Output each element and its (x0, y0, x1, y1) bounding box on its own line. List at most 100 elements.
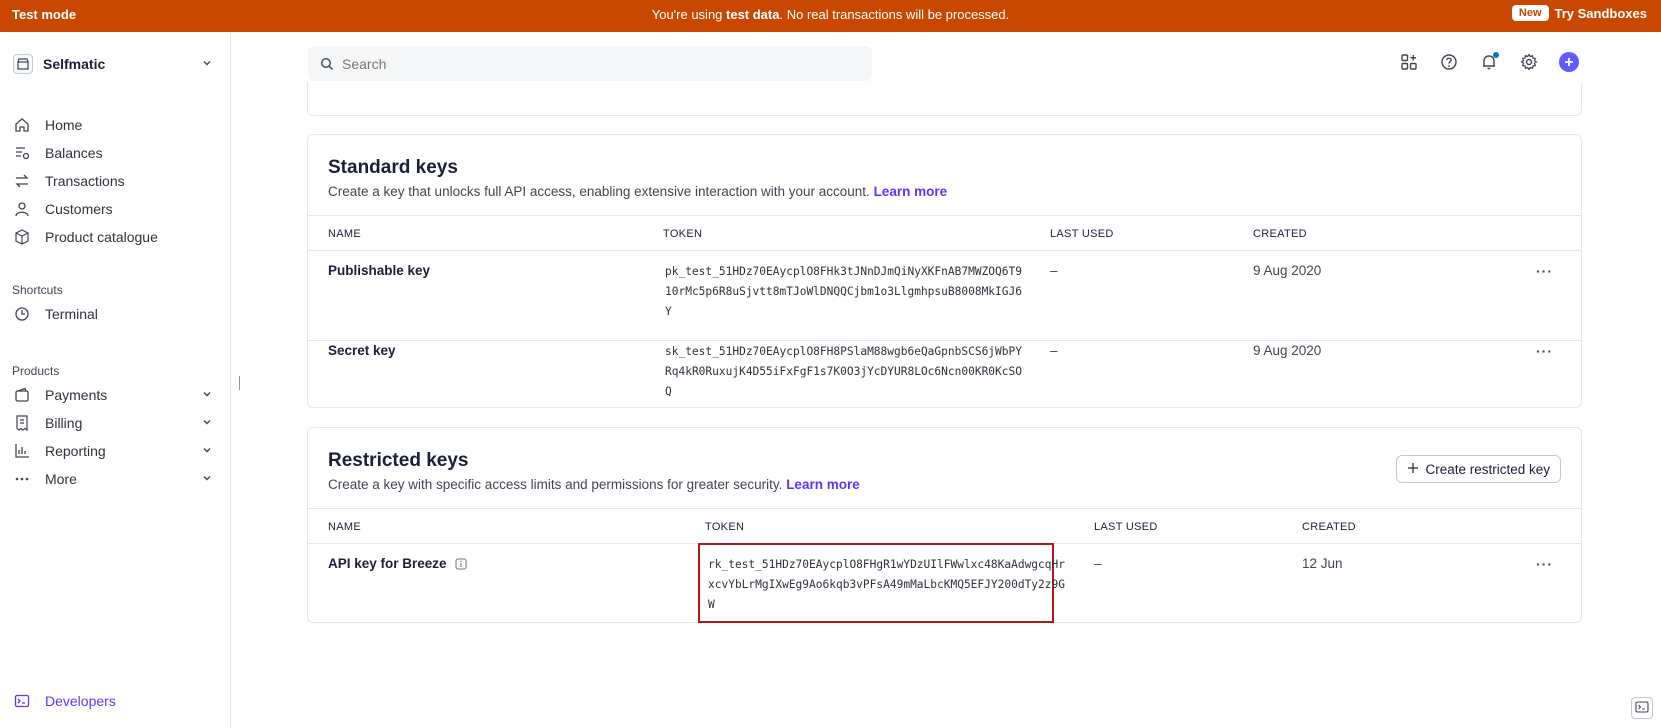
transactions-icon (13, 172, 31, 190)
try-sandboxes[interactable]: New Try Sandboxes (1511, 5, 1647, 21)
column-header-token: TOKEN (663, 228, 703, 240)
home-icon (13, 116, 31, 134)
sidebar-item-label: Payments (45, 387, 108, 403)
key-last-used: – (1050, 343, 1058, 358)
product-icon (13, 228, 31, 246)
sidebar-item-balances[interactable]: Balances (13, 140, 213, 166)
customers-icon (13, 200, 31, 218)
new-badge: New (1511, 5, 1549, 21)
key-created: 9 Aug 2020 (1253, 343, 1322, 358)
payments-icon (13, 386, 31, 404)
more-icon (13, 470, 31, 488)
learn-more-link[interactable]: Learn more (786, 477, 860, 492)
sidebar-item-label: Product catalogue (45, 229, 158, 245)
console-icon (1635, 700, 1649, 717)
key-last-used: – (1050, 263, 1058, 278)
account-name: Selfmatic (43, 56, 106, 72)
apps-icon[interactable] (1399, 52, 1419, 72)
key-last-used: – (1094, 556, 1102, 571)
sidebar: Selfmatic Home Balances Transactions Cus… (0, 32, 231, 728)
chevron-down-icon (201, 56, 213, 72)
restricted-keys-title: Restricted keys (328, 450, 469, 471)
notifications-icon[interactable] (1479, 52, 1499, 72)
sidebar-resize-handle[interactable] (239, 376, 240, 390)
sidebar-item-transactions[interactable]: Transactions (13, 168, 213, 194)
row-actions-icon[interactable]: ··· (1536, 343, 1553, 359)
info-icon[interactable] (455, 558, 467, 570)
table-header: NAME TOKEN LAST USED CREATED (308, 508, 1581, 544)
sidebar-item-product-catalogue[interactable]: Product catalogue (13, 224, 213, 250)
create-restricted-key-label: Create restricted key (1425, 461, 1550, 477)
test-mode-message: You're using test data. No real transact… (651, 7, 1010, 22)
shortcuts-title: Shortcuts (12, 283, 63, 297)
sidebar-item-label: Customers (45, 201, 113, 217)
learn-more-link[interactable]: Learn more (874, 184, 948, 199)
key-name-label: API key for Breeze (328, 556, 447, 571)
restricted-keys-description: Create a key with specific access limits… (328, 477, 860, 492)
column-header-last-used: LAST USED (1094, 521, 1158, 533)
console-toggle-button[interactable] (1631, 697, 1653, 719)
reporting-icon (13, 442, 31, 460)
sidebar-item-label: Balances (45, 145, 103, 161)
sidebar-item-home[interactable]: Home (13, 112, 213, 138)
billing-icon (13, 414, 31, 432)
account-switcher[interactable]: Selfmatic (13, 52, 213, 76)
row-actions-icon[interactable]: ··· (1536, 263, 1553, 279)
sidebar-item-customers[interactable]: Customers (13, 196, 213, 222)
table-header: NAME TOKEN LAST USED CREATED (308, 215, 1581, 251)
column-header-token: TOKEN (705, 521, 745, 533)
chevron-down-icon (201, 387, 213, 403)
developers-icon (13, 692, 31, 710)
table-row[interactable]: Publishable key pk_test_51HDz70EAycplO8F… (308, 263, 1581, 341)
key-token[interactable]: rk_test_51HDz70EAycplO8FHgR1wYDzUIlFWwlx… (708, 555, 1068, 615)
help-icon[interactable] (1439, 52, 1459, 72)
test-mode-banner: Test mode You're using test data. No rea… (0, 0, 1661, 32)
restricted-keys-card: Restricted keys Create a key with specif… (307, 427, 1582, 623)
search-input[interactable] (342, 55, 842, 72)
try-sandboxes-link[interactable]: Try Sandboxes (1555, 6, 1647, 21)
sidebar-item-label: Terminal (45, 306, 98, 322)
key-created: 12 Jun (1302, 556, 1343, 571)
table-row[interactable]: API key for Breeze rk_test_51HDz70EAycpl… (308, 543, 1581, 623)
column-header-created: CREATED (1302, 521, 1356, 533)
sidebar-item-label: Developers (45, 693, 116, 709)
sidebar-item-label: Home (45, 117, 83, 133)
products-title: Products (12, 364, 60, 378)
key-name: API key for Breeze (328, 556, 467, 571)
column-header-name: NAME (328, 228, 361, 240)
sidebar-item-label: Transactions (45, 173, 125, 189)
chevron-down-icon (201, 443, 213, 459)
sidebar-item-label: Billing (45, 415, 83, 431)
sidebar-item-label: Reporting (45, 443, 106, 459)
table-row[interactable]: Secret key sk_test_51HDz70EAycplO8FH8PSl… (308, 341, 1581, 407)
sidebar-item-terminal[interactable]: Terminal (13, 301, 213, 327)
row-actions-icon[interactable]: ··· (1536, 556, 1553, 572)
key-token[interactable]: pk_test_51HDz70EAycplO8FHk3tJNnDJmQiNyXK… (665, 262, 1025, 322)
key-token[interactable]: sk_test_51HDz70EAycplO8FH8PSlaM88wgb6eQa… (665, 342, 1025, 402)
notification-dot (1493, 52, 1499, 58)
store-icon (13, 54, 33, 74)
previous-card-stub (307, 82, 1582, 116)
settings-gear-icon[interactable] (1519, 52, 1539, 72)
search-bar[interactable] (308, 46, 872, 81)
sidebar-item-billing[interactable]: Billing (13, 410, 213, 436)
sidebar-item-reporting[interactable]: Reporting (13, 438, 213, 464)
column-header-created: CREATED (1253, 228, 1307, 240)
create-new-button[interactable] (1559, 52, 1579, 72)
standard-keys-title: Standard keys (328, 157, 458, 178)
chevron-down-icon (201, 415, 213, 431)
key-created: 9 Aug 2020 (1253, 263, 1322, 278)
create-restricted-key-button[interactable]: Create restricted key (1396, 455, 1561, 483)
sidebar-item-more[interactable]: More (13, 466, 213, 492)
balances-icon (13, 144, 31, 162)
sidebar-item-payments[interactable]: Payments (13, 382, 213, 408)
column-header-name: NAME (328, 521, 361, 533)
column-header-last-used: LAST USED (1050, 228, 1114, 240)
key-name: Secret key (328, 343, 396, 358)
standard-keys-card: Standard keys Create a key that unlocks … (307, 134, 1582, 408)
sidebar-item-developers[interactable]: Developers (13, 688, 213, 714)
plus-icon (1407, 462, 1419, 477)
terminal-icon (13, 305, 31, 323)
sidebar-item-label: More (45, 471, 77, 487)
chevron-down-icon (201, 471, 213, 487)
